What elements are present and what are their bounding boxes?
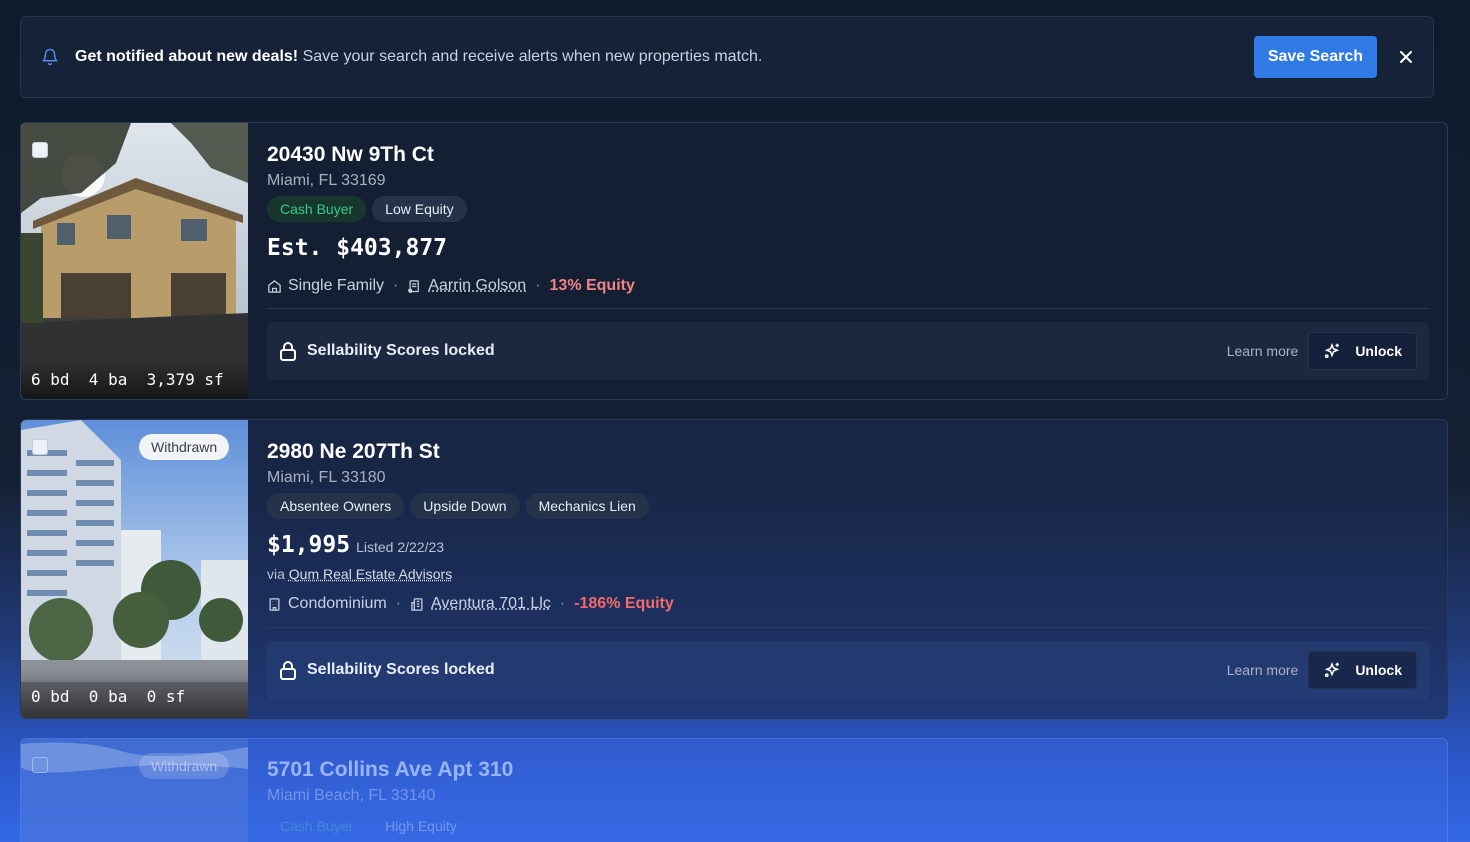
- tag-mechanics-lien: Mechanics Lien: [525, 493, 649, 519]
- listing-details: 20430 Nw 9Th Ct Miami, FL 33169 Cash Buy…: [267, 123, 1447, 399]
- lock-icon: [280, 661, 296, 680]
- building-icon: [411, 597, 423, 611]
- equity-value: 13% Equity: [549, 277, 635, 294]
- property-stats: 0 bd 0 ba 0 sf: [21, 668, 248, 718]
- bell-icon: [42, 48, 58, 66]
- unlock-button[interactable]: Unlock: [1308, 651, 1417, 689]
- listing-card[interactable]: 6 bd 4 ba 3,379 sf 20430 Nw 9Th Ct Miami…: [20, 122, 1448, 400]
- owner-name[interactable]: Aarrin Golson: [428, 277, 526, 295]
- listing-city: Miami, FL 33169: [267, 172, 386, 189]
- listing-city: Miami Beach, FL 33140: [267, 787, 436, 804]
- listing-address[interactable]: 2980 Ne 207Th St: [267, 440, 440, 464]
- status-badge: Withdrawn: [139, 434, 230, 460]
- home-icon: [268, 279, 281, 293]
- property-type: Single Family: [288, 277, 385, 294]
- banner-message: Save your search and receive alerts when…: [302, 48, 763, 65]
- divider: [267, 627, 1429, 628]
- learn-more-link[interactable]: Learn more: [1227, 662, 1299, 678]
- property-photo[interactable]: 6 bd 4 ba 3,379 sf: [21, 123, 248, 399]
- listing-address[interactable]: 5701 Collins Ave Apt 310: [267, 758, 513, 782]
- lock-icon: [280, 342, 296, 361]
- locked-text: Sellability Scores locked: [307, 661, 495, 678]
- tag-cash-buyer: Cash Buyer: [280, 818, 354, 834]
- listing-price: $1,995: [267, 532, 351, 558]
- property-type: Condominium: [288, 595, 387, 612]
- banner-title: Get notified about new deals!: [75, 48, 299, 65]
- property-photo[interactable]: Withdrawn 0 bd 0 ba 0 sf: [21, 420, 248, 718]
- status-badge: Withdrawn: [139, 753, 230, 779]
- listing-address[interactable]: 20430 Nw 9Th Ct: [267, 143, 434, 167]
- close-icon[interactable]: [1399, 50, 1413, 64]
- sellability-locked-panel: Sellability Scores locked Learn more Unl…: [267, 322, 1429, 380]
- save-search-banner: Get notified about new deals! Save your …: [20, 16, 1434, 98]
- building-icon: [269, 597, 280, 611]
- listing-details: 5701 Collins Ave Apt 310 Miami Beach, FL…: [267, 739, 1447, 842]
- select-checkbox[interactable]: [32, 439, 48, 455]
- sellability-locked-panel: Sellability Scores locked Learn more Unl…: [267, 641, 1429, 699]
- divider: [267, 308, 1429, 309]
- save-search-button[interactable]: Save Search: [1253, 36, 1377, 78]
- unlock-label: Unlock: [1355, 343, 1402, 359]
- listing-card[interactable]: Withdrawn 0 bd 0 ba 0 sf 2980 Ne 207Th S…: [20, 419, 1448, 719]
- agent-name[interactable]: Qum Real Estate Advisors: [289, 566, 452, 582]
- locked-text: Sellability Scores locked: [307, 342, 495, 359]
- listing-card[interactable]: Withdrawn 5701 Collins Ave Apt 310 Miami…: [20, 738, 1448, 842]
- learn-more-link[interactable]: Learn more: [1227, 343, 1299, 359]
- unlock-button[interactable]: Unlock: [1308, 332, 1417, 370]
- banner-text: Get notified about new deals! Save your …: [75, 48, 1254, 66]
- select-checkbox[interactable]: [32, 757, 48, 773]
- deed-icon: [408, 279, 420, 293]
- tag-cash-buyer: Cash Buyer: [267, 196, 367, 222]
- listing-tags: Absentee Owners Upside Down Mechanics Li…: [267, 493, 649, 519]
- unlock-label: Unlock: [1355, 662, 1402, 678]
- property-stats: 6 bd 4 ba 3,379 sf: [21, 359, 248, 399]
- tag-high-equity: High Equity: [385, 818, 457, 834]
- listing-meta: Single Family · Aarrin Golson · 13% Equi…: [267, 277, 635, 295]
- sparkle-icon: [1325, 342, 1340, 359]
- listing-price: Est. $403,877: [267, 235, 448, 261]
- select-checkbox[interactable]: [32, 142, 48, 158]
- listing-city: Miami, FL 33180: [267, 469, 386, 486]
- tag-upside-down: Upside Down: [410, 493, 520, 519]
- listing-price-row: $1,995 Listed 2/22/23: [267, 532, 444, 558]
- listed-date: Listed 2/22/23: [356, 539, 445, 555]
- listing-agent: via Qum Real Estate Advisors: [267, 566, 452, 582]
- owner-name[interactable]: Aventura 701 Llc: [431, 595, 551, 613]
- sparkle-icon: [1325, 661, 1340, 678]
- listing-meta: Condominium · Aventura 701 Llc · -186% E…: [267, 595, 674, 613]
- tag-low-equity: Low Equity: [372, 196, 467, 222]
- property-photo[interactable]: Withdrawn: [21, 739, 248, 842]
- via-prefix: via: [267, 566, 289, 582]
- listing-tags: Cash Buyer Low Equity: [267, 196, 467, 222]
- tag-absentee-owners: Absentee Owners: [267, 493, 405, 519]
- equity-value: -186% Equity: [574, 595, 674, 612]
- listing-details: 2980 Ne 207Th St Miami, FL 33180 Absente…: [267, 420, 1447, 718]
- listing-tags: Cash Buyer High Equity: [267, 813, 470, 839]
